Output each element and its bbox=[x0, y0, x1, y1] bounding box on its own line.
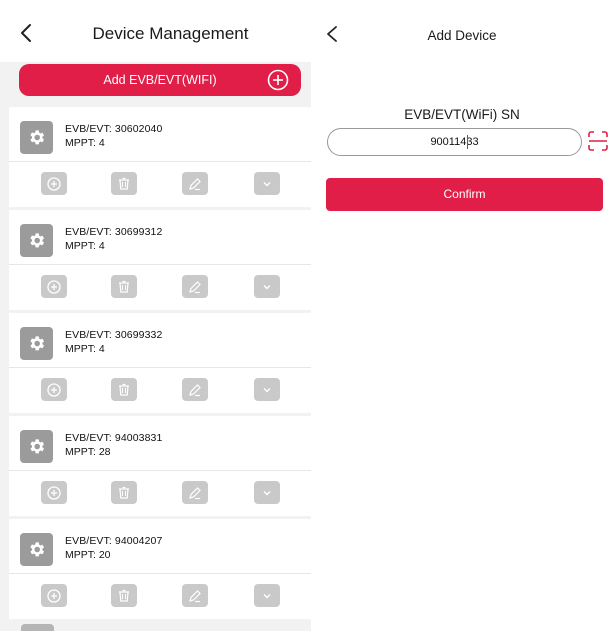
device-sn: EVB/EVT: 94003831 bbox=[65, 432, 163, 444]
device-actions bbox=[9, 162, 311, 207]
gear-icon bbox=[20, 121, 53, 154]
plus-circle-icon bbox=[47, 382, 61, 397]
gear-icon bbox=[20, 430, 53, 463]
delete-button[interactable] bbox=[111, 481, 137, 504]
edit-button[interactable] bbox=[182, 584, 208, 607]
gear-icon bbox=[21, 624, 54, 631]
expand-button[interactable] bbox=[254, 584, 280, 607]
device-sn: EVB/EVT: 30699332 bbox=[65, 329, 163, 341]
device-info-row[interactable]: EVB/EVT: 30699332 MPPT: 4 bbox=[9, 313, 311, 368]
edit-icon bbox=[189, 383, 201, 396]
edit-icon bbox=[189, 486, 201, 499]
device-card: EVB/EVT: 30699332 MPPT: 4 bbox=[9, 313, 311, 413]
gear-icon bbox=[20, 327, 53, 360]
edit-button[interactable] bbox=[182, 275, 208, 298]
sn-label: EVB/EVT(WiFi) SN bbox=[404, 107, 520, 122]
add-action-button[interactable] bbox=[41, 275, 67, 298]
plus-circle-icon bbox=[47, 485, 61, 500]
add-action-button[interactable] bbox=[41, 172, 67, 195]
trash-icon bbox=[119, 383, 129, 396]
chevron-down-icon bbox=[263, 181, 271, 186]
chevron-down-icon bbox=[263, 284, 271, 289]
page-title: Device Management bbox=[92, 24, 249, 43]
device-sn: EVB/EVT: 94004207 bbox=[65, 535, 163, 547]
chevron-down-icon bbox=[263, 490, 271, 495]
edit-icon bbox=[189, 589, 201, 602]
delete-button[interactable] bbox=[111, 378, 137, 401]
device-mppt: MPPT: 20 bbox=[65, 549, 111, 561]
edit-icon bbox=[189, 280, 201, 293]
device-info-row[interactable]: EVB/EVT: 94004207 MPPT: 20 bbox=[9, 519, 311, 574]
plus-circle-icon bbox=[47, 176, 61, 191]
header: Device Management bbox=[0, 0, 311, 62]
delete-button[interactable] bbox=[111, 275, 137, 298]
device-mppt: MPPT: 4 bbox=[65, 343, 105, 355]
device-sn: EVB/EVT: 30602040 bbox=[65, 123, 163, 135]
plus-circle-icon bbox=[47, 279, 61, 294]
plus-circle-icon bbox=[267, 69, 289, 91]
chevron-down-icon bbox=[263, 387, 271, 392]
device-info-row[interactable]: EVB/EVT: 94003831 MPPT: 28 bbox=[9, 416, 311, 471]
add-action-button[interactable] bbox=[41, 378, 67, 401]
trash-icon bbox=[119, 486, 129, 499]
trash-icon bbox=[119, 177, 129, 190]
device-mppt: MPPT: 28 bbox=[65, 446, 111, 458]
add-device-button[interactable]: Add EVB/EVT(WIFI) bbox=[19, 64, 301, 96]
device-actions bbox=[9, 574, 311, 619]
expand-button[interactable] bbox=[254, 481, 280, 504]
trash-icon bbox=[119, 589, 129, 602]
delete-button[interactable] bbox=[111, 584, 137, 607]
device-actions bbox=[9, 368, 311, 413]
scan-icon[interactable] bbox=[587, 131, 609, 151]
delete-button[interactable] bbox=[111, 172, 137, 195]
add-device-screen: Add Device EVB/EVT(WiFi) SN Confirm bbox=[311, 6, 613, 631]
add-device-label: Add EVB/EVT(WIFI) bbox=[103, 73, 217, 87]
edit-button[interactable] bbox=[182, 172, 208, 195]
add-action-button[interactable] bbox=[41, 584, 67, 607]
edit-button[interactable] bbox=[182, 378, 208, 401]
device-mppt: MPPT: 4 bbox=[65, 240, 105, 252]
chevron-down-icon bbox=[263, 593, 271, 598]
device-info-row[interactable]: EVB/EVT: 30602040 MPPT: 4 bbox=[9, 107, 311, 162]
expand-button[interactable] bbox=[254, 275, 280, 298]
add-action-button[interactable] bbox=[41, 481, 67, 504]
text-cursor bbox=[467, 135, 468, 149]
gear-icon bbox=[20, 224, 53, 257]
expand-button[interactable] bbox=[254, 172, 280, 195]
edit-button[interactable] bbox=[182, 481, 208, 504]
gear-icon bbox=[20, 533, 53, 566]
trash-icon bbox=[119, 280, 129, 293]
device-sn: EVB/EVT: 30699312 bbox=[65, 226, 163, 238]
edit-icon bbox=[189, 177, 201, 190]
sn-field[interactable] bbox=[328, 129, 581, 155]
device-actions bbox=[9, 471, 311, 516]
confirm-button[interactable]: Confirm bbox=[326, 178, 603, 211]
page-title: Add Device bbox=[427, 28, 497, 43]
expand-button[interactable] bbox=[254, 378, 280, 401]
device-card: EVB/EVT: 94003831 MPPT: 28 bbox=[9, 416, 311, 516]
device-mppt: MPPT: 4 bbox=[65, 137, 105, 149]
sn-input[interactable] bbox=[327, 128, 582, 156]
device-info-row[interactable]: EVB/EVT: 30699312 MPPT: 4 bbox=[9, 210, 311, 265]
plus-circle-icon bbox=[47, 588, 61, 603]
device-management-screen: Device Management Add EVB/EVT(WIFI) EVB/… bbox=[0, 0, 311, 631]
device-card: EVB/EVT: 94004207 MPPT: 20 bbox=[9, 519, 311, 619]
device-card: EVB/EVT: 30602040 MPPT: 4 bbox=[9, 107, 311, 207]
device-actions bbox=[9, 265, 311, 310]
device-card: EVB/EVT: 30699312 MPPT: 4 bbox=[9, 210, 311, 310]
